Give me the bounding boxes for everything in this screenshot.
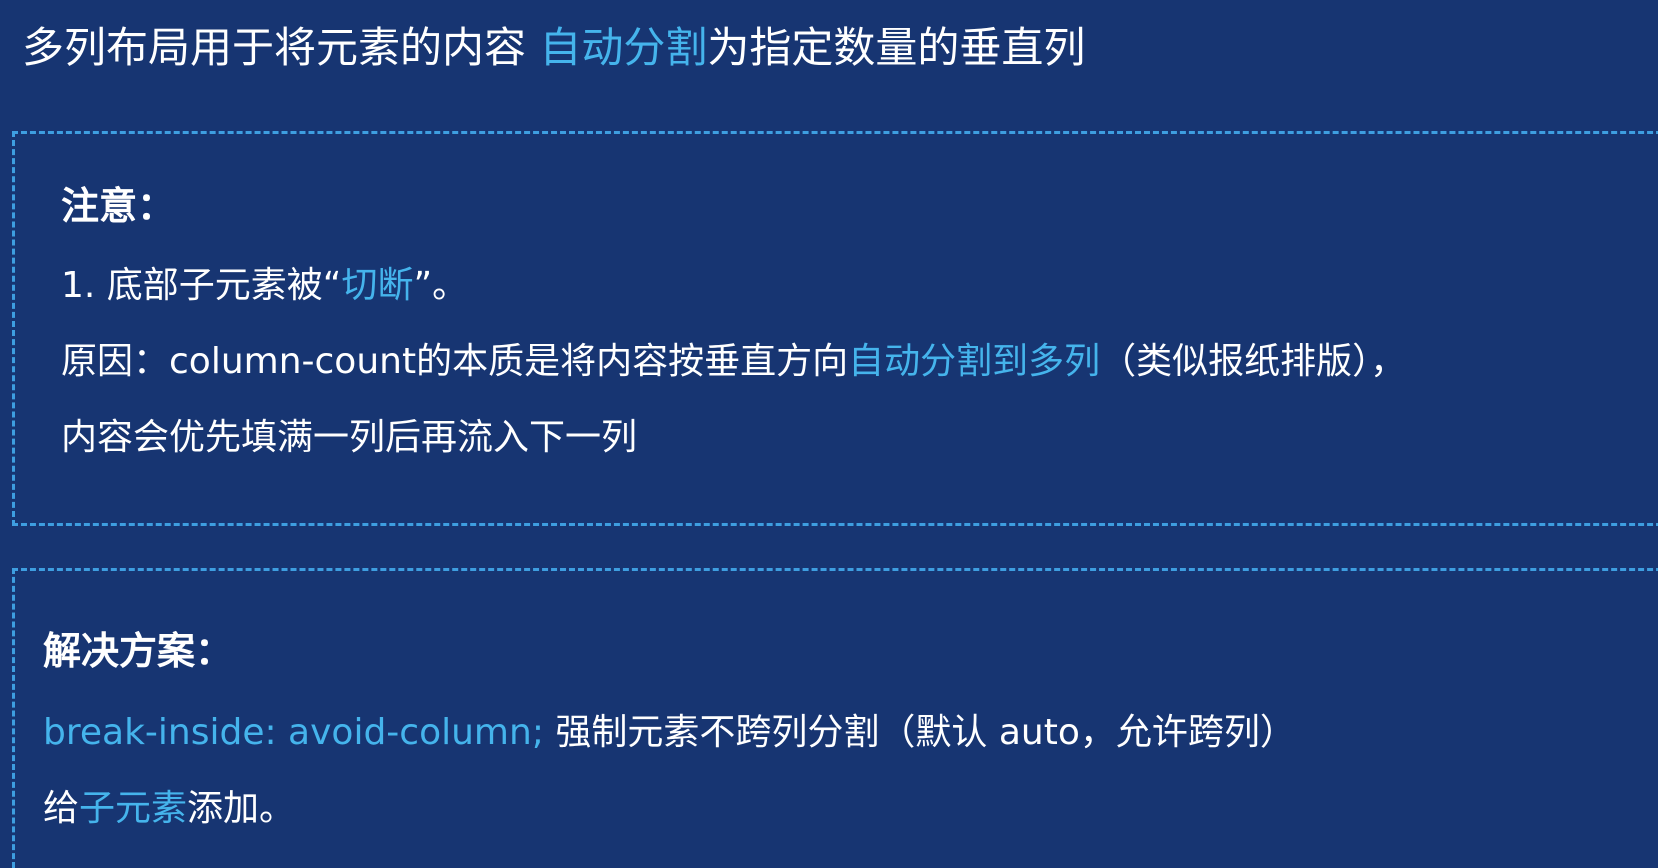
solution-apply-suffix: 添加。 — [187, 788, 296, 829]
note-item-1-suffix: ”。 — [413, 265, 469, 306]
note-item-1-prefix: 1. 底部子元素被“ — [61, 265, 342, 306]
note-reason-prefix: 原因：column-count的本质是将内容按垂直方向 — [61, 341, 849, 382]
solution-code-desc: 强制元素不跨列分割（默认 auto，允许跨列） — [543, 712, 1296, 753]
title-text: 多列布局用于将元素的内容 — [22, 23, 540, 72]
solution-apply-line: 给子元素添加。 — [43, 785, 295, 833]
title-highlight: 自动分割 — [539, 23, 708, 72]
note-item-1: 1. 底部子元素被“切断”。 — [61, 262, 468, 310]
note-reason: 原因：column-count的本质是将内容按垂直方向自动分割到多列（类似报纸排… — [61, 338, 1406, 386]
solution-apply-highlight: 子元素 — [79, 788, 188, 829]
solution-code-line: break-inside: avoid-column; 强制元素不跨列分割（默认… — [43, 709, 1296, 757]
solution-apply-prefix: 给 — [43, 788, 80, 829]
title-text-end: 为指定数量的垂直列 — [707, 23, 1086, 72]
solution-heading: 解决方案： — [43, 629, 234, 673]
note-reason-continued: 内容会优先填满一列后再流入下一列 — [61, 417, 638, 458]
solution-box: 解决方案： break-inside: avoid-column; 强制元素不跨… — [12, 568, 1658, 868]
note-item-1-highlight: 切断 — [341, 265, 414, 306]
note-heading: 注意： — [61, 184, 176, 228]
note-reason-highlight: 自动分割到多列 — [848, 341, 1101, 382]
slide-title: 多列布局用于将元素的内容 自动分割为指定数量的垂直列 — [22, 20, 1085, 76]
solution-code: break-inside: avoid-column; — [43, 712, 544, 753]
note-reason-suffix: （类似报纸排版）， — [1100, 341, 1407, 382]
note-box: 注意： 1. 底部子元素被“切断”。 原因：column-count的本质是将内… — [12, 131, 1658, 526]
